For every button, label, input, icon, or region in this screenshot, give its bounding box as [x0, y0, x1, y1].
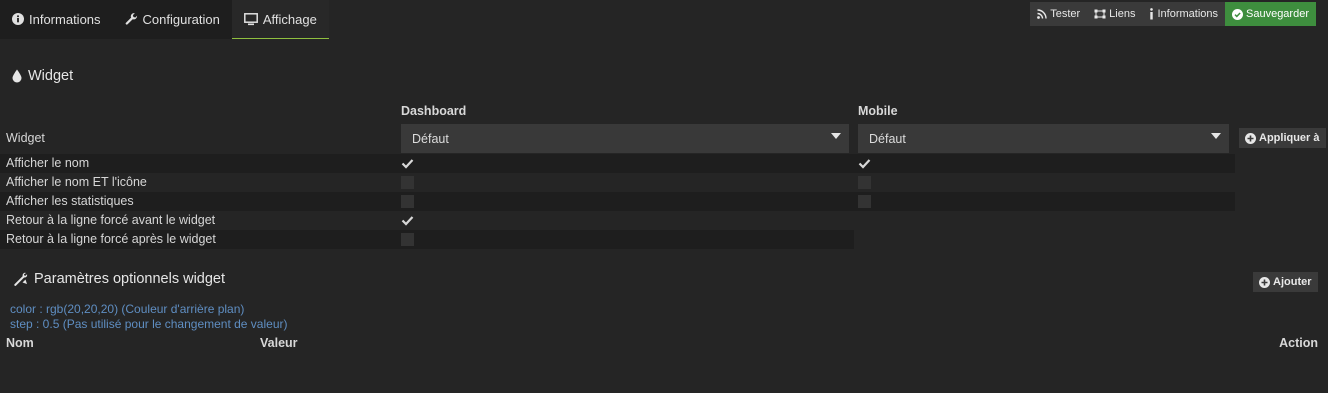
mobile-widget-select-value: Défaut [869, 131, 906, 146]
optional-params-title-text: Paramètres optionnels widget [34, 271, 226, 287]
tab-affichage[interactable]: Affichage [231, 0, 329, 39]
row-stripe [0, 192, 1235, 211]
show-name-mobile-checkbox[interactable] [858, 157, 871, 170]
informations-label: Informations [1157, 8, 1218, 20]
chevron-down-icon [1211, 133, 1221, 139]
apply-to-button[interactable]: Appliquer à [1239, 128, 1326, 148]
tab-configuration[interactable]: Configuration [112, 0, 232, 39]
action-toolbar: Tester Liens Informations Sauvegarder [1030, 2, 1316, 26]
monitor-icon [243, 12, 258, 26]
show-stats-dashboard-checkbox[interactable] [401, 195, 414, 208]
tab-affichage-label: Affichage [262, 11, 317, 27]
row-stripe [0, 154, 1235, 173]
tester-button[interactable]: Tester [1030, 2, 1088, 26]
show-name-dashboard-checkbox[interactable] [401, 157, 414, 170]
checkmark-icon [858, 159, 871, 169]
widget-section-title: Widget [12, 68, 73, 84]
check-circle-icon [1232, 8, 1243, 20]
liens-label: Liens [1109, 8, 1136, 20]
column-header-nom: Nom [6, 336, 34, 350]
plus-circle-icon [1259, 276, 1270, 288]
rss-icon [1037, 9, 1047, 19]
widget-row-label: Widget [6, 131, 45, 145]
break-before-dashboard-checkbox[interactable] [401, 214, 414, 227]
checkmark-icon [401, 216, 414, 226]
widget-section-title-text: Widget [28, 68, 74, 84]
dashboard-widget-select[interactable]: Défaut [401, 124, 849, 153]
tab-bar: Informations Configuration Affichage [0, 0, 329, 39]
tester-label: Tester [1050, 8, 1081, 20]
info-icon [1149, 8, 1154, 20]
sauvegarder-button[interactable]: Sauvegarder [1225, 2, 1316, 26]
option-row-label: Afficher le nom [6, 156, 90, 170]
informations-button[interactable]: Informations [1142, 2, 1225, 26]
sauvegarder-label: Sauvegarder [1246, 8, 1309, 20]
optional-params-title: Paramètres optionnels widget [12, 271, 225, 287]
option-row-label: Afficher les statistiques [6, 194, 134, 208]
tab-informations[interactable]: Informations [0, 0, 113, 39]
option-row-label: Retour à la ligne forcé avant le widget [6, 213, 216, 227]
chevron-down-icon [831, 133, 841, 139]
add-param-label: Ajouter [1273, 276, 1312, 288]
tint-drop-icon [12, 69, 22, 83]
tools-icon [12, 271, 28, 287]
option-row-label: Retour à la ligne forcé après le widget [6, 232, 216, 246]
apply-to-label: Appliquer à [1259, 132, 1320, 144]
mobile-widget-select[interactable]: Défaut [858, 124, 1229, 153]
mobile-column-header: Mobile [858, 104, 898, 118]
param-hint[interactable]: step : 0.5 (Pas utilisé pour le changeme… [10, 317, 288, 331]
tab-configuration-label: Configuration [142, 11, 220, 27]
tab-informations-label: Informations [29, 11, 101, 27]
column-header-action: Action [1279, 336, 1318, 350]
wrench-icon [125, 12, 138, 26]
info-circle-icon [12, 13, 24, 25]
param-hint[interactable]: color : rgb(20,20,20) (Couleur d'arrière… [10, 302, 244, 316]
dashboard-widget-select-value: Défaut [412, 131, 449, 146]
break-after-dashboard-checkbox[interactable] [401, 233, 414, 246]
checkmark-icon [401, 159, 414, 169]
plus-circle-icon [1245, 132, 1256, 144]
show-stats-mobile-checkbox[interactable] [858, 195, 871, 208]
dashboard-column-header: Dashboard [401, 104, 467, 118]
links-icon [1094, 9, 1106, 19]
show-name-icon-mobile-checkbox[interactable] [858, 176, 871, 189]
column-header-valeur: Valeur [260, 336, 298, 350]
show-name-icon-dashboard-checkbox[interactable] [401, 176, 414, 189]
liens-button[interactable]: Liens [1087, 2, 1143, 26]
add-param-button[interactable]: Ajouter [1253, 272, 1318, 292]
option-row-label: Afficher le nom ET l'icône [6, 175, 147, 189]
